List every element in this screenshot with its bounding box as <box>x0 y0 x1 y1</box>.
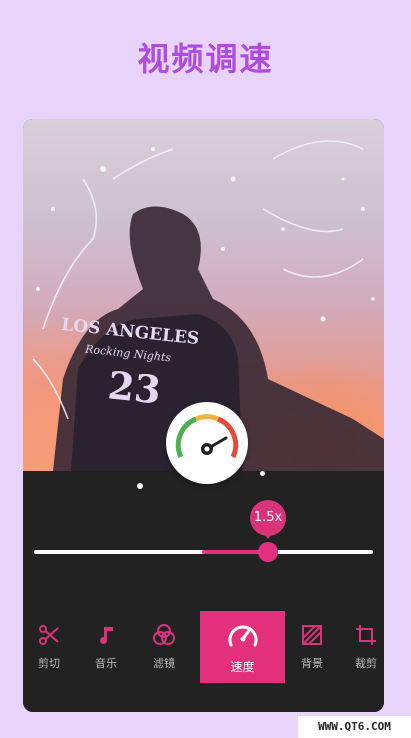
phone-screen: LOS ANGELES Rocking Nights 23 1.5x 剪切 音乐… <box>23 119 384 712</box>
speedometer-icon <box>175 414 239 459</box>
tool-crop-label: 裁剪 <box>355 657 377 670</box>
speed-slider-track[interactable] <box>34 550 373 554</box>
music-note-icon <box>100 627 113 644</box>
jersey-number: 23 <box>105 362 164 413</box>
tool-filter-label: 滤镜 <box>153 657 175 670</box>
tool-cut-label: 剪切 <box>38 657 60 670</box>
editor-toolbar: 剪切 音乐 滤镜 速度 背景 裁剪 <box>23 611 384 683</box>
tool-music[interactable]: 音乐 <box>83 611 129 683</box>
tool-music-label: 音乐 <box>95 657 117 670</box>
tool-background[interactable]: 背景 <box>289 611 335 683</box>
timeline-dot-right <box>260 471 265 476</box>
speed-slider-thumb[interactable] <box>257 542 278 562</box>
tool-filter[interactable]: 滤镜 <box>141 611 187 683</box>
speed-gauge <box>166 402 248 484</box>
scissors-icon <box>39 625 59 645</box>
speed-value-bubble: 1.5x <box>250 500 286 536</box>
filter-circles-icon <box>153 624 175 645</box>
tool-speed-label: 速度 <box>230 659 255 674</box>
tool-cut[interactable]: 剪切 <box>26 611 72 683</box>
page-headline: 视频调速 <box>137 40 274 78</box>
speed-bubble-tail <box>263 532 273 539</box>
site-watermark: WWW.QT6.COM <box>298 716 411 738</box>
tool-background-label: 背景 <box>301 657 323 670</box>
background-pattern-icon <box>302 625 322 645</box>
tool-crop[interactable]: 裁剪 <box>343 611 384 683</box>
tool-speed[interactable]: 速度 <box>200 611 285 683</box>
timeline-dot-left <box>137 483 143 489</box>
speedometer-icon <box>228 625 257 646</box>
crop-icon <box>356 625 376 645</box>
